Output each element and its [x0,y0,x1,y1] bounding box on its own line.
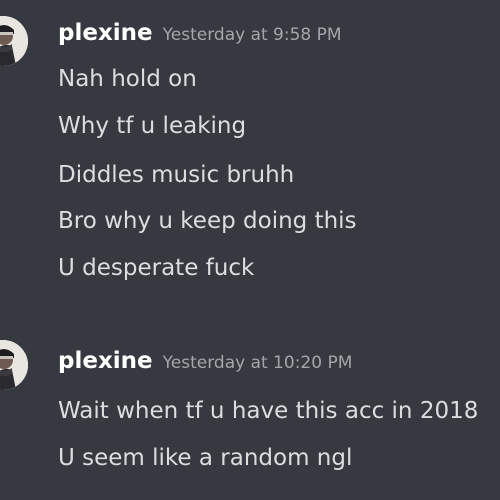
message-text: U desperate fuck [58,255,255,281]
user-avatar-icon[interactable] [0,16,28,66]
message-text: Wait when tf u have this acc in 2018 [58,398,479,424]
message-header: plexine Yesterday at 9:58 PM [58,20,342,46]
message-text: Diddles music bruhh [58,162,295,188]
message-text: Nah hold on [58,66,197,92]
avatar-image [0,16,28,66]
user-avatar-icon[interactable] [0,340,28,390]
message-text: U seem like a random ngl [58,445,353,471]
username[interactable]: plexine [58,20,153,46]
message-text: Bro why u keep doing this [58,208,357,234]
message-text: Why tf u leaking [58,113,247,139]
avatar-image [0,340,28,390]
username[interactable]: plexine [58,348,153,374]
message-header: plexine Yesterday at 10:20 PM [58,348,352,374]
timestamp[interactable]: Yesterday at 9:58 PM [163,25,342,45]
timestamp[interactable]: Yesterday at 10:20 PM [163,353,353,373]
